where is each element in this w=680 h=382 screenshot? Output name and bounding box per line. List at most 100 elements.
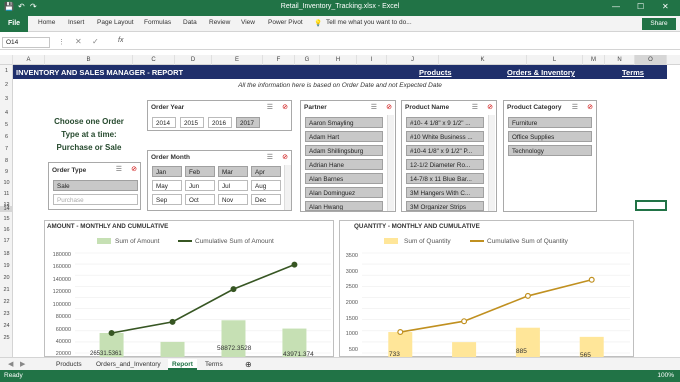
tab-home[interactable]: Home <box>38 19 55 26</box>
row-header[interactable]: 21 <box>0 287 13 293</box>
column-header[interactable]: C <box>133 55 175 65</box>
clear-filter-icon[interactable]: ⊘ <box>282 153 288 161</box>
tab-power-pivot[interactable]: Power Pivot <box>268 19 303 26</box>
slicer-item-partner[interactable]: Alan Hwang <box>305 201 383 211</box>
row-header[interactable]: 15 <box>0 216 13 222</box>
row-header[interactable]: 19 <box>0 263 13 269</box>
slicer-item-jan[interactable]: Jan <box>152 166 182 177</box>
row-header[interactable]: 14 <box>0 206 13 212</box>
row-header[interactable]: 9 <box>0 169 13 175</box>
row-header[interactable]: 25 <box>0 335 13 341</box>
slicer-scrollbar[interactable] <box>387 115 394 211</box>
multi-select-icon[interactable]: ☰ <box>267 153 273 161</box>
slicer-item-category[interactable]: Furniture <box>508 117 592 128</box>
slicer-scrollbar[interactable] <box>284 165 291 210</box>
slicer-item-partner[interactable]: Adam Hart <box>305 131 383 142</box>
slicer-item-jul[interactable]: Jul <box>218 180 248 191</box>
slicer-item-product[interactable]: 3M Organizer Strips <box>406 201 484 211</box>
multi-select-icon[interactable]: ☰ <box>572 103 578 111</box>
multi-select-icon[interactable]: ☰ <box>267 103 273 111</box>
column-header[interactable]: N <box>605 55 635 65</box>
row-header[interactable]: 7 <box>0 146 13 152</box>
share-button[interactable]: Share <box>642 18 676 30</box>
row-header[interactable]: 22 <box>0 299 13 305</box>
slicer-item-sep[interactable]: Sep <box>152 194 182 205</box>
orders-inventory-link[interactable]: Orders & Inventory <box>507 68 575 77</box>
row-header[interactable]: 5 <box>0 122 13 128</box>
slicer-item-sale[interactable]: Sale <box>53 180 138 191</box>
tab-insert[interactable]: Insert <box>68 19 84 26</box>
chevron-down-icon[interactable]: ⋮ <box>58 38 65 46</box>
slicer-scrollbar[interactable] <box>488 115 495 211</box>
zoom-level[interactable]: 100% <box>657 372 674 379</box>
row-header[interactable]: 23 <box>0 311 13 317</box>
column-header[interactable]: D <box>175 55 212 65</box>
formula-input[interactable] <box>132 37 672 48</box>
slicer-item-category[interactable]: Technology <box>508 145 592 156</box>
sheet-tab-terms[interactable]: Terms <box>201 359 227 370</box>
enter-icon[interactable]: ✓ <box>92 37 99 46</box>
sheet-tab-orders-and-inventory[interactable]: Orders_and_Inventory <box>92 359 165 370</box>
column-header[interactable]: I <box>357 55 387 65</box>
row-header[interactable]: 16 <box>0 227 13 233</box>
sheet-tab-products[interactable]: Products <box>52 359 86 370</box>
slicer-item-nov[interactable]: Nov <box>218 194 248 205</box>
tab-review[interactable]: Review <box>209 19 230 26</box>
row-header[interactable]: 20 <box>0 275 13 281</box>
slicer-item-product[interactable]: #10-4 1/8" x 9 1/2" P... <box>406 145 484 156</box>
clear-filter-icon[interactable]: ⊘ <box>587 103 593 111</box>
multi-select-icon[interactable]: ☰ <box>472 103 478 111</box>
slicer-item-aug[interactable]: Aug <box>251 180 281 191</box>
slicer-item-2016[interactable]: 2016 <box>208 117 232 128</box>
quantity-chart[interactable]: QUANTITY - MONTHLY AND CUMULATIVE Sum of… <box>339 220 634 359</box>
slicer-item-2015[interactable]: 2015 <box>180 117 204 128</box>
slicer-item-product[interactable]: 14-7/8 x 11 Blue Bar... <box>406 173 484 184</box>
column-header[interactable]: J <box>387 55 439 65</box>
slicer-item-may[interactable]: May <box>152 180 182 191</box>
slicer-item-partner[interactable]: Adrian Hane <box>305 159 383 170</box>
slicer-item-oct[interactable]: Oct <box>185 194 215 205</box>
tab-view[interactable]: View <box>241 19 255 26</box>
tab-data[interactable]: Data <box>183 19 197 26</box>
close-button[interactable]: ✕ <box>662 2 669 11</box>
cancel-icon[interactable]: ✕ <box>75 37 82 46</box>
slicer-item-product[interactable]: #10 White Business ... <box>406 131 484 142</box>
slicer-item-2014[interactable]: 2014 <box>152 117 176 128</box>
row-header[interactable]: 11 <box>0 191 13 197</box>
amount-chart[interactable]: AMOUNT - MONTHLY AND CUMULATIVE Sum of A… <box>44 220 334 358</box>
slicer-item-category[interactable]: Office Supplies <box>508 131 592 142</box>
slicer-item-product[interactable]: 12-1/2 Diameter Ro... <box>406 159 484 170</box>
minimize-button[interactable]: — <box>612 2 620 11</box>
slicer-item-apr[interactable]: Apr <box>251 166 281 177</box>
slicer-item-partner[interactable]: Alan Dominguez <box>305 187 383 198</box>
terms-link[interactable]: Terms <box>622 68 644 77</box>
slicer-item-mar[interactable]: Mar <box>218 166 248 177</box>
row-header[interactable]: 17 <box>0 238 13 244</box>
column-header[interactable]: M <box>583 55 605 65</box>
column-header[interactable]: L <box>527 55 583 65</box>
clear-filter-icon[interactable]: ⊘ <box>487 103 493 111</box>
tab-formulas[interactable]: Formulas <box>144 19 171 26</box>
slicer-item-product[interactable]: 3M Hangers With C... <box>406 187 484 198</box>
select-all-corner[interactable] <box>0 55 13 65</box>
column-header[interactable]: F <box>263 55 295 65</box>
row-header[interactable]: 24 <box>0 323 13 329</box>
row-header[interactable]: 6 <box>0 134 13 140</box>
file-tab[interactable]: File <box>0 16 28 32</box>
multi-select-icon[interactable]: ☰ <box>116 165 122 173</box>
row-header[interactable]: 1 <box>0 68 13 74</box>
fx-icon[interactable]: fx <box>118 37 123 44</box>
row-header[interactable]: 10 <box>0 180 13 186</box>
row-header[interactable]: 2 <box>0 82 13 88</box>
clear-filter-icon[interactable]: ⊘ <box>131 165 137 173</box>
clear-filter-icon[interactable]: ⊘ <box>282 103 288 111</box>
slicer-item-jun[interactable]: Jun <box>185 180 215 191</box>
column-header[interactable]: A <box>13 55 45 65</box>
row-header[interactable]: 18 <box>0 251 13 257</box>
slicer-item-partner[interactable]: Alan Barnes <box>305 173 383 184</box>
row-header[interactable]: 8 <box>0 158 13 164</box>
selected-cell[interactable] <box>635 200 667 211</box>
column-header[interactable]: B <box>45 55 133 65</box>
slicer-item-partner[interactable]: Adam Shillingsburg <box>305 145 383 156</box>
slicer-item-purchase[interactable]: Purchase <box>53 194 138 205</box>
